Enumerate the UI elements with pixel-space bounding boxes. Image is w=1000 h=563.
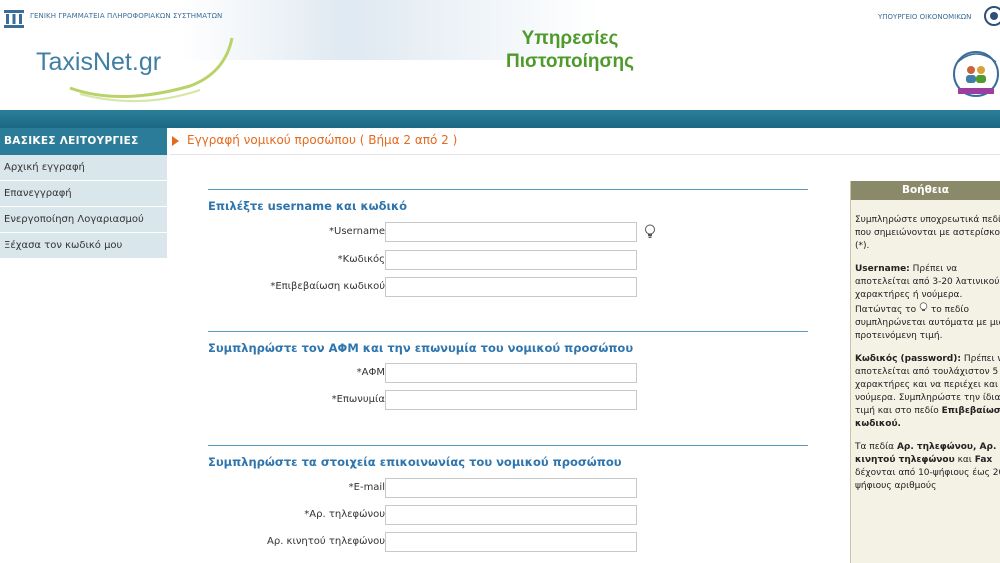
help-title: Βοήθεια: [851, 181, 1000, 200]
section-divider: [208, 445, 808, 446]
gov-emblem-icon: [4, 10, 24, 28]
lightbulb-icon[interactable]: [644, 224, 656, 240]
section-credentials: Επιλέξτε username και κωδικό: [208, 189, 808, 213]
confirm-password-label: *Επιβεβαίωση κωδικού: [270, 281, 385, 292]
page-heading: Εγγραφή νομικού προσώπου ( Βήμα 2 από 2 …: [170, 133, 1000, 155]
section-contact: Συμπληρώστε τα στοιχεία επικοινωνίας του…: [208, 445, 808, 469]
logo-main-text: TaxisNet: [36, 48, 132, 76]
page-heading-text: Εγγραφή νομικού προσώπου ( Βήμα 2 από 2 …: [187, 133, 458, 147]
help-panel: Βοήθεια Συμπληρώστε υποχρεωτικά πεδίο πο…: [850, 181, 1000, 563]
password-label: *Κωδικός: [337, 254, 385, 265]
sidebar-item-account-activation[interactable]: Ενεργοποίηση Λογαριασμού: [0, 207, 167, 233]
mobile-label: Αρ. κινητού τηλεφώνου: [267, 536, 385, 547]
phone-label: *Αρ. τηλεφώνου: [304, 509, 385, 520]
email-label: *E-mail: [348, 482, 385, 493]
help-phones-text2: και: [957, 455, 972, 465]
help-phones: Τα πεδία Αρ. τηλεφώνου, Αρ. κινητού τηλε…: [855, 441, 1000, 493]
section-title: Συμπληρώστε τα στοιχεία επικοινωνίας του…: [208, 455, 622, 469]
header: ΓΕΝΙΚΗ ΓΡΑΜΜΑΤΕΙΑ ΠΛΗΡΟΦΟΡΙΑΚΩΝ ΣΥΣΤΗΜΑΤ…: [0, 0, 1000, 110]
service-title-line2: Πιστοποίησης: [505, 51, 635, 72]
ministry-text: ΥΠΟΥΡΓΕΙΟ ΟΙΚΟΝΟΜΙΚΩΝ: [878, 13, 972, 21]
sidebar-title: ΒΑΣΙΚΕΣ ΛΕΙΤΟΥΡΓΙΕΣ: [0, 128, 167, 155]
email-input[interactable]: [385, 478, 637, 498]
afm-input[interactable]: [385, 363, 637, 383]
help-phones-text3: δέχονται από 10-ψήφιους έως 20-ψήφιους α…: [855, 468, 1000, 491]
help-username-label: Username:: [855, 264, 910, 274]
username-input[interactable]: [385, 222, 637, 242]
sidebar-item-re-registration[interactable]: Επανεγγραφή: [0, 181, 167, 207]
help-username: Username: Πρέπει να αποτελείται από 3-20…: [855, 263, 1000, 343]
sidebar-item-forgot-password[interactable]: Ξέχασα τον κωδικό μου: [0, 233, 167, 259]
help-password: Κωδικός (password): Πρέπει να αποτελείτα…: [855, 353, 1000, 431]
sidebar: ΒΑΣΙΚΕΣ ΛΕΙΤΟΥΡΓΙΕΣ Αρχική εγγραφή Επανε…: [0, 128, 167, 563]
afm-label: *ΑΦΜ: [356, 367, 385, 378]
mobile-input[interactable]: [385, 532, 637, 552]
lightbulb-icon: [919, 302, 928, 311]
ministry-emblem-icon: [984, 6, 1000, 26]
arrow-right-icon: [172, 136, 179, 146]
service-title-line1: Υπηρεσίες: [521, 28, 619, 49]
phone-row: *Αρ. τηλεφώνου: [170, 505, 650, 527]
logo-tld-text: .gr: [131, 48, 162, 76]
company-name-row: *Επωνυμία: [170, 390, 650, 412]
username-label: *Username: [329, 226, 385, 237]
gov-department-text: ΓΕΝΙΚΗ ΓΡΑΜΜΑΤΕΙΑ ΠΛΗΡΟΦΟΡΙΑΚΩΝ ΣΥΣΤΗΜΑΤ…: [30, 12, 223, 20]
company-name-label: *Επωνυμία: [331, 394, 385, 405]
afm-row: *ΑΦΜ: [170, 363, 650, 385]
help-phones-bold2: Fax: [974, 455, 993, 465]
mobile-row: Αρ. κινητού τηλεφώνου: [170, 532, 650, 554]
phone-input[interactable]: [385, 505, 637, 525]
password-row: *Κωδικός: [170, 250, 650, 272]
confirm-password-input[interactable]: [385, 277, 637, 297]
help-required-text: Συμπληρώστε υποχρεωτικά πεδίο που σημειώ…: [855, 215, 1000, 251]
help-phones-text1: Τα πεδία: [855, 442, 895, 452]
registration-badge-icon: [953, 51, 999, 97]
help-password-label: Κωδικός (password):: [855, 354, 961, 364]
section-divider: [208, 331, 808, 332]
password-input[interactable]: [385, 250, 637, 270]
section-tax-id: Συμπληρώστε τον ΑΦΜ και την επωνυμία του…: [208, 331, 808, 355]
header-bar: [0, 110, 1000, 128]
section-divider: [208, 189, 808, 190]
section-title: Επιλέξτε username και κωδικό: [208, 199, 408, 213]
company-name-input[interactable]: [385, 390, 637, 410]
taxisnet-logo[interactable]: TaxisNet.gr: [36, 48, 161, 77]
help-body: Συμπληρώστε υποχρεωτικά πεδίο που σημειώ…: [851, 200, 1000, 493]
confirm-password-row: *Επιβεβαίωση κωδικού: [170, 277, 650, 299]
username-row: *Username: [170, 222, 650, 244]
email-row: *E-mail: [170, 478, 650, 500]
sidebar-item-initial-registration[interactable]: Αρχική εγγραφή: [0, 155, 167, 181]
section-title: Συμπληρώστε τον ΑΦΜ και την επωνυμία του…: [208, 341, 634, 355]
